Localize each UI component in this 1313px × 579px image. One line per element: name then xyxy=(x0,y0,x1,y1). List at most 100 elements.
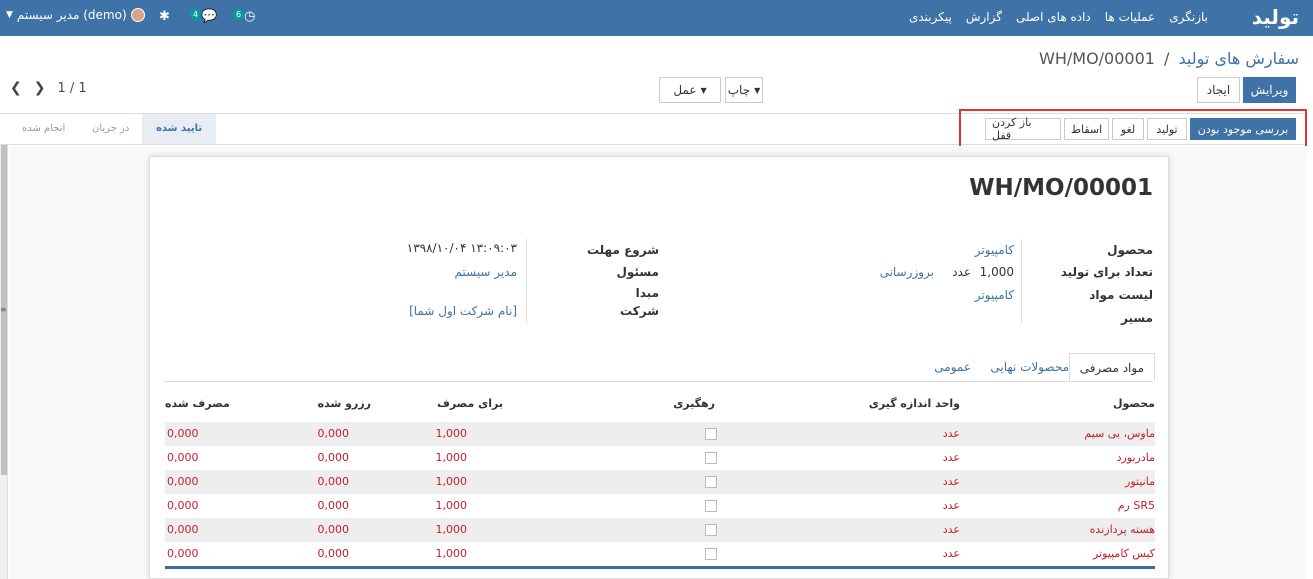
menu-item-master-data[interactable]: داده های اصلی xyxy=(1016,10,1091,24)
tracking-checkbox[interactable] xyxy=(705,428,717,440)
table-row[interactable]: کیس کامپیوتر عدد 1,000 0,000 0,000 xyxy=(165,542,1155,566)
vertical-scrollbar[interactable]: ≡ xyxy=(0,145,8,579)
action-dropdown[interactable]: عمل ▼ xyxy=(659,77,721,103)
menu-item-reporting[interactable]: گزارش xyxy=(966,10,1002,24)
stage-done[interactable]: انجام شده xyxy=(22,114,65,144)
cell-reserved: 0,000 xyxy=(317,427,350,440)
source-label: مبدا xyxy=(635,286,659,300)
menu-item-review[interactable]: بازنگری xyxy=(1169,10,1208,24)
cell-consumed: 0,000 xyxy=(167,523,199,536)
unlock-button[interactable]: باز کردن قفل xyxy=(985,116,1061,142)
chat-icon[interactable]: 4 💬 xyxy=(190,9,217,24)
qty-update-link[interactable]: بروزرسانی xyxy=(880,265,934,279)
qty-uom: عدد xyxy=(952,265,971,279)
deadline-value[interactable]: ۱۳۹۸/۱۰/۰۴ ۱۳:۰۹:۰۳ xyxy=(407,241,517,255)
scroll-mark-icon: ≡ xyxy=(0,305,7,314)
cell-consumed: 0,000 xyxy=(167,499,199,512)
cell-to-consume: 1,000 xyxy=(435,451,468,464)
tab-general[interactable]: عمومی xyxy=(924,353,981,382)
tracking-checkbox[interactable] xyxy=(705,548,717,560)
cell-product: ماوس، بی سیم xyxy=(1084,427,1155,440)
table-row[interactable]: مادربورد عدد 1,000 0,000 0,000 xyxy=(165,446,1155,470)
activity-icon[interactable]: 6 ◷ xyxy=(233,9,255,24)
responsible-value[interactable]: مدیر سیستم xyxy=(455,265,518,279)
product-value[interactable]: کامپیوتر xyxy=(975,243,1014,257)
field-divider xyxy=(526,239,527,323)
cell-product: هسته پردازنده xyxy=(1089,523,1155,536)
cell-reserved: 0,000 xyxy=(317,547,350,560)
deadline-label: شروع مهلت xyxy=(586,243,659,257)
cell-to-consume: 1,000 xyxy=(435,547,468,560)
cancel-button[interactable]: لغو xyxy=(1112,118,1144,140)
produce-button[interactable]: تولید xyxy=(1147,118,1187,140)
qty-label: تعداد برای تولید xyxy=(1060,265,1153,279)
column-header-reserved[interactable]: رزرو شده xyxy=(318,397,371,410)
chevron-left-icon[interactable]: ❮ xyxy=(10,80,22,96)
column-header-uom[interactable]: واحد اندازه گیری xyxy=(869,397,960,410)
column-header-consumed[interactable]: مصرف شده xyxy=(165,397,230,410)
pager-value[interactable]: 1 / 1 xyxy=(57,81,86,96)
bug-icon[interactable]: ✱ xyxy=(159,9,170,24)
cell-product: کیس کامپیوتر xyxy=(1092,547,1155,560)
cell-to-consume: 1,000 xyxy=(435,475,468,488)
main-menu: بازنگری عملیات ها داده های اصلی گزارش پی… xyxy=(909,10,1208,24)
cell-uom: عدد xyxy=(942,523,960,536)
create-button[interactable]: ایجاد xyxy=(1197,77,1240,103)
table-footer-bar xyxy=(165,566,1155,569)
breadcrumb-parent[interactable]: سفارش های تولید xyxy=(1179,49,1299,68)
chevron-right-icon[interactable]: ❯ xyxy=(34,80,46,96)
action-label: عمل xyxy=(673,83,697,97)
tracking-checkbox[interactable] xyxy=(705,476,717,488)
tracking-checkbox[interactable] xyxy=(705,500,717,512)
scrap-button[interactable]: اسقاط xyxy=(1064,118,1109,140)
cell-product: رم SR5 xyxy=(1117,499,1155,512)
breadcrumb: سفارش های تولید / WH/MO/00001 xyxy=(1039,49,1299,68)
menu-item-operations[interactable]: عملیات ها xyxy=(1105,10,1155,24)
cell-consumed: 0,000 xyxy=(167,475,199,488)
cell-to-consume: 1,000 xyxy=(435,499,468,512)
app-title[interactable]: تولید xyxy=(1252,5,1299,29)
stage-confirmed[interactable]: تایید شده xyxy=(142,114,217,144)
cell-to-consume: 1,000 xyxy=(435,523,468,536)
company-value[interactable]: [نام شرکت اول شما] xyxy=(409,304,517,318)
table-row[interactable]: رم SR5 عدد 1,000 0,000 0,000 xyxy=(165,494,1155,518)
cell-consumed: 0,000 xyxy=(167,427,199,440)
cell-consumed: 0,000 xyxy=(167,547,199,560)
route-label: مسیر xyxy=(1120,311,1153,325)
user-menu[interactable]: ▼ مدیر سیستم (demo) xyxy=(6,8,145,22)
tracking-checkbox[interactable] xyxy=(705,452,717,464)
menu-item-configuration[interactable]: پیکربندی xyxy=(909,10,952,24)
bom-value[interactable]: کامپیوتر xyxy=(975,288,1014,302)
column-header-product[interactable]: محصول xyxy=(1113,397,1155,410)
table-row[interactable]: مانیتور عدد 1,000 0,000 0,000 xyxy=(165,470,1155,494)
cell-product: مانیتور xyxy=(1125,475,1155,488)
stage-in-progress[interactable]: در جریان xyxy=(92,114,129,144)
cell-uom: عدد xyxy=(942,427,960,440)
caret-down-icon: ▼ xyxy=(6,10,13,20)
top-navbar: تولید بازنگری عملیات ها داده های اصلی گز… xyxy=(0,0,1313,36)
cell-uom: عدد xyxy=(942,475,960,488)
tracking-checkbox[interactable] xyxy=(705,524,717,536)
table-row[interactable]: هسته پردازنده عدد 1,000 0,000 0,000 xyxy=(165,518,1155,542)
edit-button[interactable]: ویرایش xyxy=(1243,77,1296,103)
product-label: محصول xyxy=(1107,243,1153,257)
breadcrumb-separator: / xyxy=(1164,49,1170,68)
qty-value[interactable]: 1,000 xyxy=(980,265,1014,279)
tab-consumed-materials[interactable]: مواد مصرفی xyxy=(1068,353,1155,382)
table-row[interactable]: ماوس، بی سیم عدد 1,000 0,000 0,000 xyxy=(165,422,1155,446)
check-availability-button[interactable]: بررسی موجود بودن xyxy=(1190,118,1296,140)
column-header-to-consume[interactable]: برای مصرف xyxy=(437,397,503,410)
cell-consumed: 0,000 xyxy=(167,451,199,464)
chat-count-badge: 4 xyxy=(190,9,202,20)
activity-count-badge: 6 xyxy=(233,9,245,20)
column-header-tracking[interactable]: رهگیری xyxy=(673,397,715,410)
caret-down-icon: ▼ xyxy=(754,85,761,95)
responsible-label: مسئول xyxy=(616,265,659,279)
breadcrumb-current: WH/MO/00001 xyxy=(1039,49,1155,68)
print-dropdown[interactable]: چاپ ▼ xyxy=(725,77,763,103)
user-name: مدیر سیستم (demo) xyxy=(16,8,127,22)
cell-uom: عدد xyxy=(942,547,960,560)
tabs-border xyxy=(165,381,1153,382)
cell-uom: عدد xyxy=(942,451,960,464)
tab-finished-products[interactable]: محصولات نهایی xyxy=(980,353,1079,382)
